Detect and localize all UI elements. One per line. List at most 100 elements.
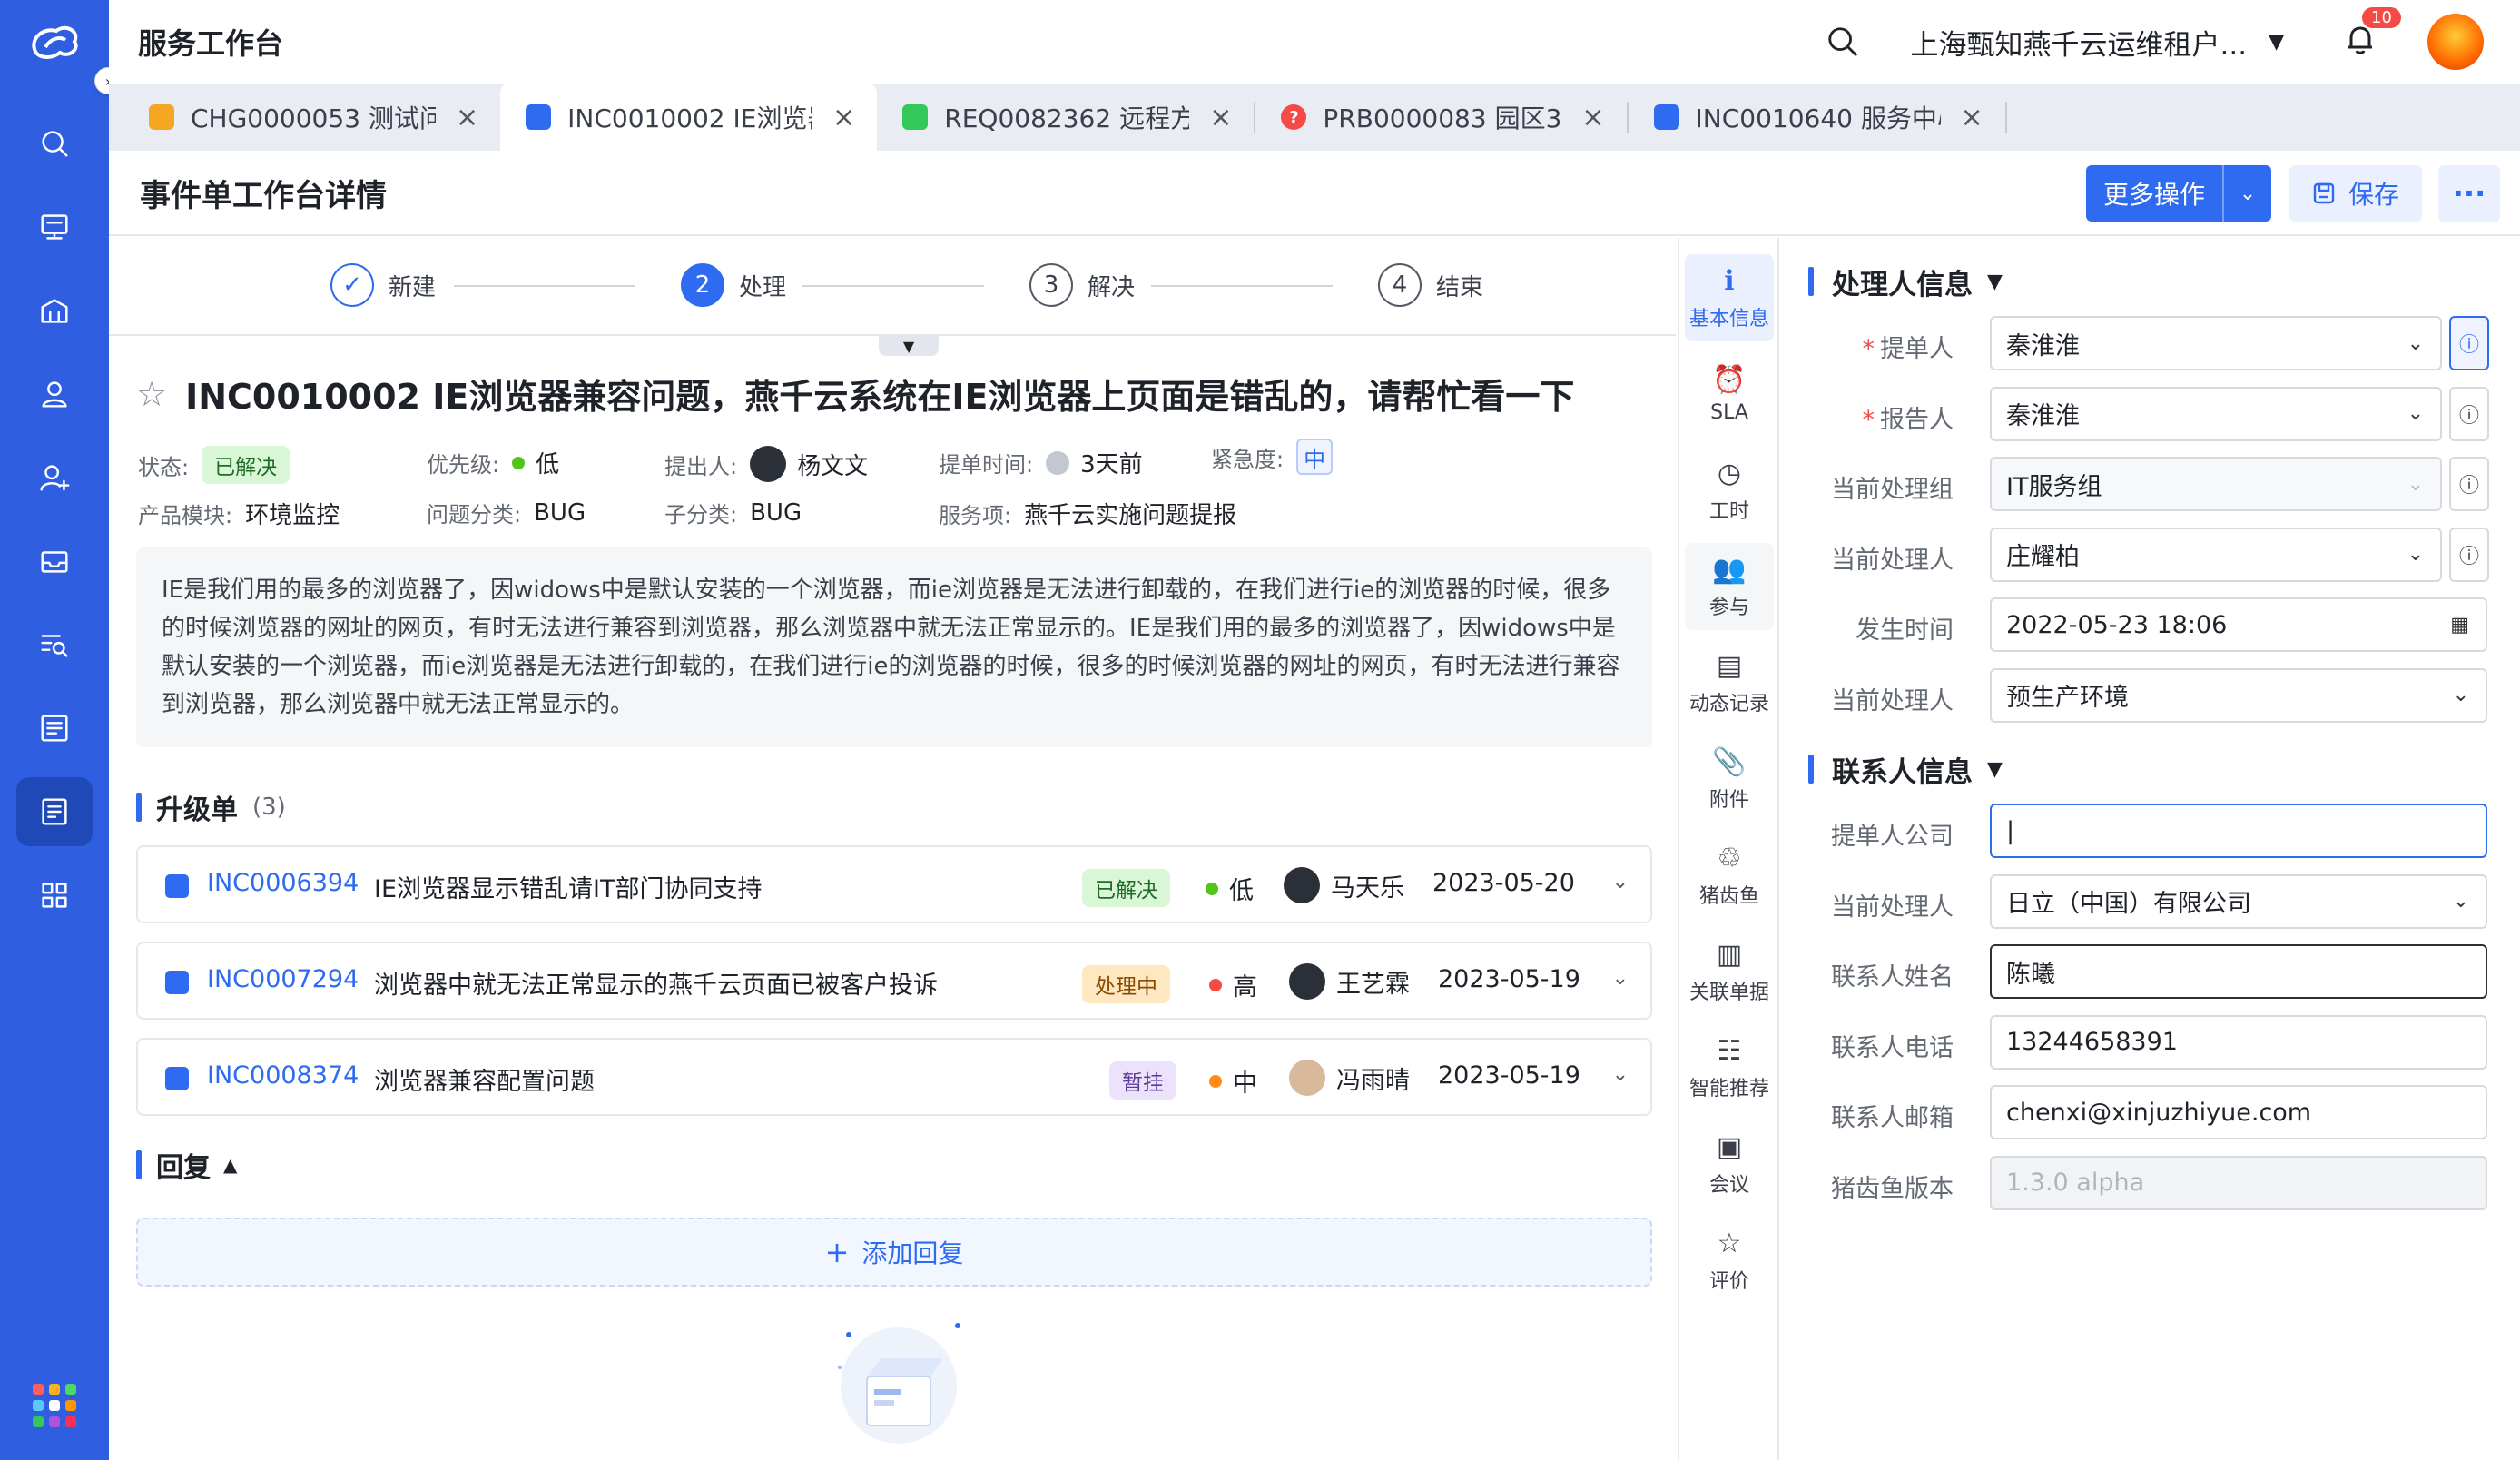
- rail-sla[interactable]: ⏰ SLA: [1685, 350, 1774, 438]
- upgrade-date: 2023-05-19: [1438, 1061, 1580, 1090]
- building-icon[interactable]: [16, 276, 93, 345]
- incident-icon: [165, 1067, 189, 1090]
- list-search-icon[interactable]: [16, 610, 93, 679]
- info-icon[interactable]: ⓘ: [2449, 316, 2489, 370]
- more-menu-button[interactable]: ···: [2438, 165, 2500, 222]
- rail-attachments[interactable]: 📎 附件: [1685, 735, 1774, 823]
- handler-section-header[interactable]: 处理人信息 ▼: [1808, 254, 2498, 309]
- rail-rating[interactable]: ☆ 评价: [1685, 1217, 1774, 1304]
- check-icon: ✓: [330, 263, 374, 307]
- more-actions-button[interactable]: 更多操作 ⌄: [2086, 165, 2271, 222]
- handler-company-select[interactable]: 日立（中国）有限公司 ⌄: [1990, 873, 2487, 929]
- step-number: 3: [1029, 263, 1073, 307]
- field-environment: 当前处理人 预生产环境 ⌄: [1808, 661, 2498, 732]
- handler-select[interactable]: 庄耀柏 ⌄: [1990, 527, 2442, 582]
- tab-req0082362[interactable]: REQ0082362 远程方 ×: [877, 84, 1254, 151]
- info-icon[interactable]: ⓘ: [2449, 527, 2489, 582]
- tab-inc0010002[interactable]: INC0010002 IE浏览器 ×: [500, 84, 878, 151]
- rail-label: 工时: [1708, 499, 1749, 523]
- caret-up-icon[interactable]: ▲: [223, 1154, 237, 1176]
- upgrade-row[interactable]: INC0007294 浏览器中就无法正常显示的燕千云页面已被客户投诉 处理中 高…: [136, 942, 1652, 1020]
- rail-related-tickets[interactable]: ▥ 关联单据: [1685, 928, 1774, 1015]
- ticket-workbench-icon[interactable]: [16, 777, 93, 846]
- incident-icon: [165, 874, 189, 898]
- priority-value: 中: [1233, 1070, 1257, 1098]
- field-label-text: 提单人: [1880, 335, 1954, 363]
- tab-chg0000053[interactable]: CHG0000053 测试问 ×: [123, 84, 500, 151]
- chevron-down-icon[interactable]: ⌄: [1612, 967, 1629, 990]
- ticket-title-row: ☆ INC0010002 IE浏览器兼容问题，燕千云系统在IE浏览器上页面是错乱…: [136, 369, 1652, 419]
- chevron-down-icon[interactable]: ⌄: [1612, 871, 1629, 893]
- log-icon: ▤: [1716, 649, 1743, 682]
- tab-prb0000083[interactable]: ? PRB0000083 园区3 ×: [1255, 84, 1626, 151]
- rail-recommend[interactable]: ☷ 智能推荐: [1685, 1024, 1774, 1111]
- notification-bell[interactable]: 10: [2342, 7, 2401, 62]
- reply-section-header[interactable]: 回复 ▲: [136, 1145, 1652, 1185]
- avatar: [1284, 867, 1320, 903]
- upgrade-date: 2023-05-19: [1438, 965, 1580, 993]
- caret-down-icon[interactable]: ▼: [1987, 271, 2003, 293]
- chevron-down-icon[interactable]: ⌄: [2222, 165, 2271, 222]
- upgrade-row[interactable]: INC0008374 浏览器兼容配置问题 暂挂 中 冯雨晴 2023-05-19…: [136, 1038, 1652, 1116]
- user-avatar[interactable]: [2427, 14, 2484, 70]
- rail-worktime[interactable]: ◷ 工时: [1685, 447, 1774, 534]
- rail-participants[interactable]: 👥 参与: [1685, 543, 1774, 630]
- contact-email-input[interactable]: chenxi@xinjuzhiyue.com: [1990, 1085, 2487, 1139]
- urgency-badge[interactable]: 中: [1296, 439, 1334, 475]
- contact-name-input[interactable]: 陈曦: [1990, 944, 2487, 999]
- upgrade-row[interactable]: INC0006394 IE浏览器显示错乱请IT部门协同支持 已解决 低 马天乐 …: [136, 845, 1652, 923]
- contact-section-header[interactable]: 联系人信息 ▼: [1808, 742, 2498, 796]
- favorite-star-icon[interactable]: ☆: [136, 374, 167, 414]
- inbox-icon[interactable]: [16, 527, 93, 596]
- app-launcher-icon[interactable]: [33, 1384, 76, 1427]
- user-icon[interactable]: [16, 360, 93, 429]
- rail-activity[interactable]: ▤ 动态记录: [1685, 639, 1774, 726]
- app-logo-icon[interactable]: [27, 15, 82, 69]
- tenant-selector[interactable]: 上海甄知燕千云运维租户...: [1911, 22, 2248, 63]
- field-version: 猪齿鱼版本 1.3.0 alpha: [1808, 1149, 2498, 1219]
- contact-phone-input[interactable]: 13244658391: [1990, 1014, 2487, 1070]
- user-add-icon[interactable]: [16, 443, 93, 512]
- caret-down-icon[interactable]: ▼: [2269, 31, 2284, 54]
- info-icon[interactable]: ⓘ: [2449, 386, 2489, 441]
- priority-field: 优先级: 低: [427, 446, 559, 479]
- upgrade-id-link[interactable]: INC0008374: [207, 1061, 359, 1090]
- rail-choerodon[interactable]: ♲ 猪齿鱼: [1685, 832, 1774, 919]
- occur-time-picker[interactable]: 2022-05-23 18:06 ▦: [1990, 597, 2487, 652]
- environment-select[interactable]: 预生产环境 ⌄: [1990, 667, 2487, 723]
- upgrade-id-link[interactable]: INC0006394: [207, 869, 359, 897]
- upgrade-id-link[interactable]: INC0007294: [207, 965, 359, 993]
- handler-group-select[interactable]: IT服务组 ⌄: [1990, 457, 2442, 511]
- search-icon[interactable]: [1826, 25, 1860, 59]
- monitor-icon[interactable]: [16, 192, 93, 261]
- search-icon[interactable]: [16, 109, 93, 178]
- rail-meeting[interactable]: ▣ 会议: [1685, 1120, 1774, 1208]
- caret-down-icon[interactable]: ▼: [1987, 758, 2003, 781]
- step-label: 结束: [1436, 273, 1484, 301]
- save-button[interactable]: 保存: [2289, 165, 2422, 222]
- reporter-select[interactable]: 秦淮淮 ⌄: [1990, 386, 2442, 441]
- close-icon[interactable]: ×: [456, 102, 478, 133]
- field-label-text: 当前处理人: [1831, 893, 1954, 922]
- rail-label: 关联单据: [1688, 981, 1769, 1004]
- rail-basic-info[interactable]: ℹ 基本信息: [1685, 254, 1774, 341]
- field-label: 产品模块:: [138, 503, 233, 528]
- add-reply-button[interactable]: + 添加回复: [136, 1218, 1652, 1287]
- board-icon[interactable]: [16, 694, 93, 763]
- field-label-text: 联系人姓名: [1831, 963, 1954, 991]
- field-label: 联系人电话: [1831, 1028, 1954, 1063]
- collapse-steps-handle[interactable]: ▼: [879, 336, 939, 356]
- close-icon[interactable]: ×: [1581, 102, 1604, 133]
- close-icon[interactable]: ×: [1209, 102, 1232, 133]
- company-input[interactable]: |: [1990, 804, 2487, 858]
- avatar: [1289, 963, 1325, 1000]
- close-icon[interactable]: ×: [1961, 102, 1984, 133]
- meta-row-2: 产品模块: 环境监控 问题分类: BUG 子分类: BUG 服务项: 燕千云实施问题提报: [136, 486, 1652, 537]
- close-icon[interactable]: ×: [832, 102, 855, 133]
- tab-inc0010640[interactable]: INC0010640 服务中心 ×: [1629, 84, 2005, 151]
- info-icon[interactable]: ⓘ: [2449, 457, 2489, 511]
- select-value: 庄耀柏: [2006, 543, 2080, 571]
- apps-grid-icon[interactable]: [16, 861, 93, 930]
- chevron-down-icon[interactable]: ⌄: [1612, 1063, 1629, 1086]
- submitter-select[interactable]: 秦淮淮 ⌄: [1990, 316, 2442, 370]
